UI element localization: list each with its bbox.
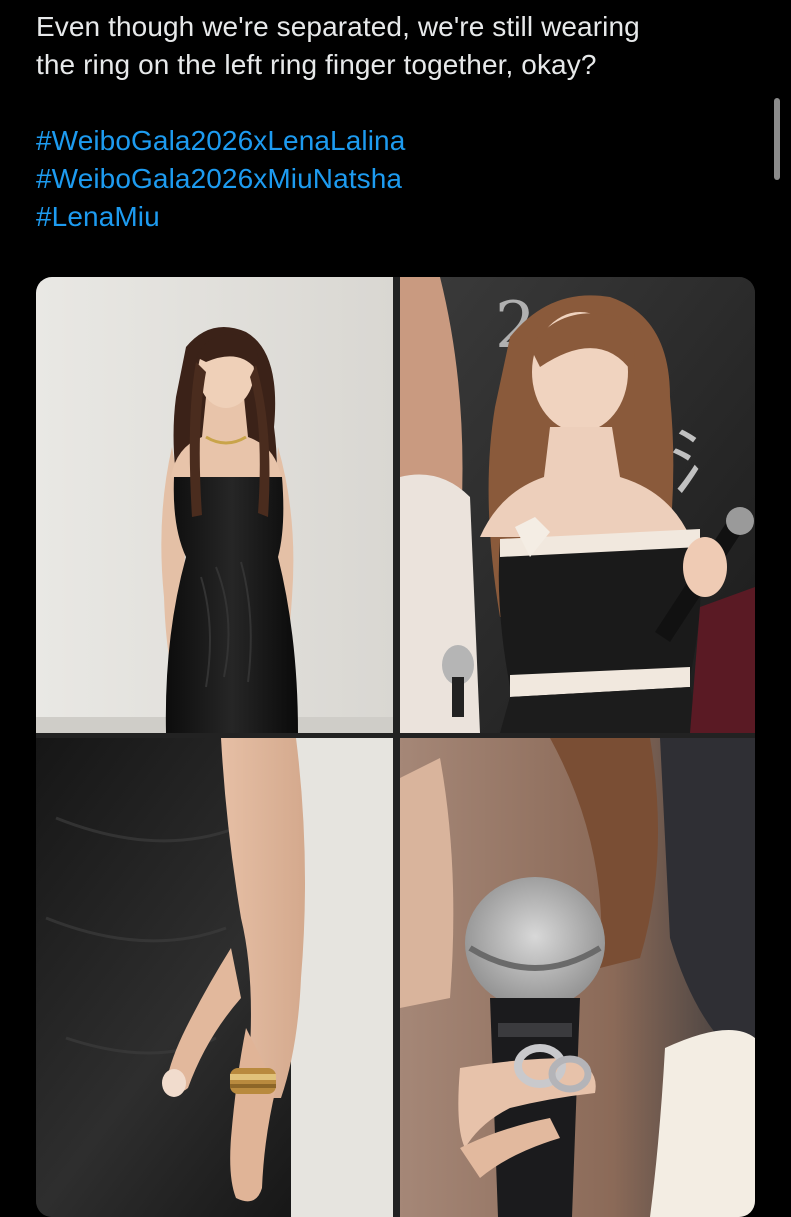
photo-3[interactable] [36,738,393,1217]
scrollbar-thumb[interactable] [774,98,780,180]
svg-text:氵: 氵 [670,422,740,504]
photo-2[interactable]: 2 氵 [400,277,755,733]
photo-1[interactable] [36,277,393,733]
photo-1-image [36,277,393,733]
photo-4-image [400,738,755,1217]
tweet-text-line-1: Even though we're separated, we're still… [36,11,640,42]
hashtag-link[interactable]: #WeiboGala2026xMiuNatsha [36,160,756,198]
photo-3-image [36,738,393,1217]
hashtag-link[interactable]: #LenaMiu [36,198,756,236]
hashtag-link[interactable]: #WeiboGala2026xLenaLalina [36,122,756,160]
photo-2-image: 2 氵 [400,277,755,733]
tweet-text-line-2: the ring on the left ring finger togethe… [36,49,597,80]
media-grid: 2 氵 [36,277,755,1217]
photo-4[interactable] [400,738,755,1217]
tweet-text: Even though we're separated, we're still… [36,8,756,236]
